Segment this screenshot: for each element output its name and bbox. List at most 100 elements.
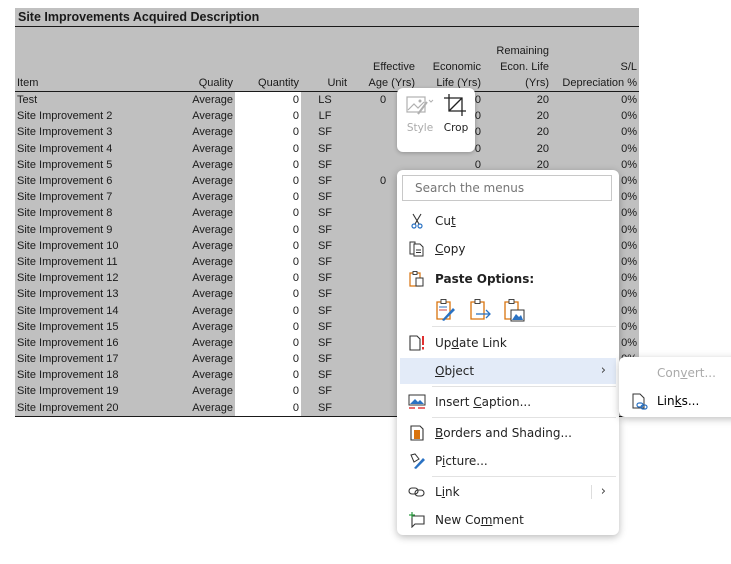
- cell-dep[interactable]: 0%: [551, 141, 639, 157]
- menu-item-cut[interactable]: Cut: [400, 208, 616, 234]
- cell-quality[interactable]: Average: [169, 254, 235, 270]
- cell-quality[interactable]: Average: [169, 108, 235, 124]
- menu-item-borders-shading[interactable]: Borders and Shading...: [400, 420, 616, 446]
- menu-item-insert-caption[interactable]: Insert Caption...: [400, 389, 616, 415]
- cell-item[interactable]: Site Improvement 18: [15, 367, 169, 383]
- cell-unit[interactable]: SF: [301, 173, 349, 189]
- cell-quantity[interactable]: 0: [235, 237, 301, 254]
- cell-item[interactable]: Site Improvement 12: [15, 270, 169, 286]
- cell-quality[interactable]: Average: [169, 238, 235, 254]
- cell-quality[interactable]: Average: [169, 270, 235, 286]
- cell-rem-life[interactable]: 20: [483, 124, 551, 140]
- cell-item[interactable]: Site Improvement 9: [15, 222, 169, 238]
- crop-button[interactable]: Crop: [439, 94, 473, 134]
- cell-item[interactable]: Site Improvement 17: [15, 351, 169, 367]
- cell-rem-life[interactable]: 20: [483, 92, 551, 109]
- cell-quality[interactable]: Average: [169, 157, 235, 173]
- cell-item[interactable]: Site Improvement 5: [15, 157, 169, 173]
- cell-item[interactable]: Site Improvement 11: [15, 254, 169, 270]
- cell-quantity[interactable]: 0: [235, 286, 301, 303]
- cell-unit[interactable]: LS: [301, 92, 349, 109]
- menu-item-update-link[interactable]: Update Link: [400, 330, 616, 356]
- submenu-item-links[interactable]: Links...: [619, 388, 731, 414]
- cell-quality[interactable]: Average: [169, 189, 235, 205]
- cell-quality[interactable]: Average: [169, 222, 235, 238]
- cell-unit[interactable]: SF: [301, 302, 349, 318]
- cell-unit[interactable]: SF: [301, 319, 349, 335]
- cell-quantity[interactable]: 0: [235, 221, 301, 238]
- cell-unit[interactable]: SF: [301, 367, 349, 383]
- cell-quality[interactable]: Average: [169, 92, 235, 109]
- cell-unit[interactable]: SF: [301, 286, 349, 302]
- cell-quantity[interactable]: 0: [235, 156, 301, 173]
- cell-quantity[interactable]: 0: [235, 302, 301, 319]
- cell-quantity[interactable]: 0: [235, 205, 301, 222]
- cell-dep[interactable]: 0%: [551, 92, 639, 109]
- cell-unit[interactable]: SF: [301, 157, 349, 173]
- cell-quantity[interactable]: 0: [235, 399, 301, 417]
- cell-quantity[interactable]: 0: [235, 270, 301, 287]
- cell-quality[interactable]: Average: [169, 335, 235, 351]
- cell-dep[interactable]: 0%: [551, 124, 639, 140]
- search-menus-input[interactable]: [402, 175, 612, 201]
- cell-quantity[interactable]: 0: [235, 334, 301, 351]
- cell-quality[interactable]: Average: [169, 383, 235, 399]
- cell-quantity[interactable]: 0: [235, 253, 301, 271]
- cell-quantity[interactable]: 0: [235, 367, 301, 384]
- cell-dep[interactable]: 0%: [551, 108, 639, 124]
- paste-as-picture-button[interactable]: [503, 298, 525, 322]
- cell-unit[interactable]: SF: [301, 254, 349, 270]
- menu-item-new-comment[interactable]: New Comment: [400, 507, 616, 533]
- paste-merge-formatting-button[interactable]: [469, 298, 491, 322]
- cell-item[interactable]: Site Improvement 7: [15, 189, 169, 205]
- style-button[interactable]: Style: [403, 94, 437, 134]
- cell-unit[interactable]: LF: [301, 108, 349, 124]
- cell-unit[interactable]: SF: [301, 189, 349, 205]
- cell-quality[interactable]: Average: [169, 286, 235, 302]
- cell-quality[interactable]: Average: [169, 351, 235, 367]
- cell-quantity[interactable]: 0: [235, 124, 301, 141]
- cell-quality[interactable]: Average: [169, 319, 235, 335]
- cell-unit[interactable]: SF: [301, 124, 349, 140]
- cell-item[interactable]: Site Improvement 3: [15, 124, 169, 140]
- menu-item-object[interactable]: Object ›: [400, 358, 616, 384]
- chevron-right-icon[interactable]: ›: [601, 479, 606, 505]
- cell-quantity[interactable]: 0: [235, 91, 301, 109]
- cell-quality[interactable]: Average: [169, 205, 235, 221]
- cell-item[interactable]: Site Improvement 20: [15, 400, 169, 417]
- cell-unit[interactable]: SF: [301, 238, 349, 254]
- cell-item[interactable]: Site Improvement 13: [15, 286, 169, 302]
- cell-quality[interactable]: Average: [169, 400, 235, 417]
- cell-unit[interactable]: SF: [301, 335, 349, 351]
- cell-quantity[interactable]: 0: [235, 189, 301, 206]
- cell-item[interactable]: Site Improvement 8: [15, 205, 169, 221]
- cell-item[interactable]: Site Improvement 19: [15, 383, 169, 399]
- cell-quantity[interactable]: 0: [235, 140, 301, 157]
- cell-quality[interactable]: Average: [169, 302, 235, 318]
- cell-item[interactable]: Site Improvement 6: [15, 173, 169, 189]
- cell-item[interactable]: Site Improvement 15: [15, 319, 169, 335]
- cell-quantity[interactable]: 0: [235, 351, 301, 368]
- cell-quality[interactable]: Average: [169, 124, 235, 140]
- menu-item-picture[interactable]: Picture...: [400, 448, 616, 474]
- cell-rem-life[interactable]: 20: [483, 141, 551, 157]
- cell-unit[interactable]: SF: [301, 205, 349, 221]
- cell-item[interactable]: Site Improvement 4: [15, 141, 169, 157]
- cell-quality[interactable]: Average: [169, 141, 235, 157]
- cell-item[interactable]: Site Improvement 2: [15, 108, 169, 124]
- cell-unit[interactable]: SF: [301, 141, 349, 157]
- submenu-item-convert[interactable]: Convert...: [619, 360, 731, 386]
- cell-quality[interactable]: Average: [169, 367, 235, 383]
- cell-quality[interactable]: Average: [169, 173, 235, 189]
- paste-keep-source-formatting-button[interactable]: [435, 298, 457, 322]
- cell-unit[interactable]: SF: [301, 222, 349, 238]
- cell-unit[interactable]: SF: [301, 400, 349, 417]
- cell-quantity[interactable]: 0: [235, 318, 301, 335]
- menu-item-copy[interactable]: Copy: [400, 236, 616, 262]
- cell-quantity[interactable]: 0: [235, 108, 301, 125]
- cell-rem-life[interactable]: 20: [483, 108, 551, 124]
- cell-unit[interactable]: SF: [301, 270, 349, 286]
- cell-unit[interactable]: SF: [301, 351, 349, 367]
- cell-item[interactable]: Site Improvement 14: [15, 302, 169, 318]
- cell-quantity[interactable]: 0: [235, 172, 301, 190]
